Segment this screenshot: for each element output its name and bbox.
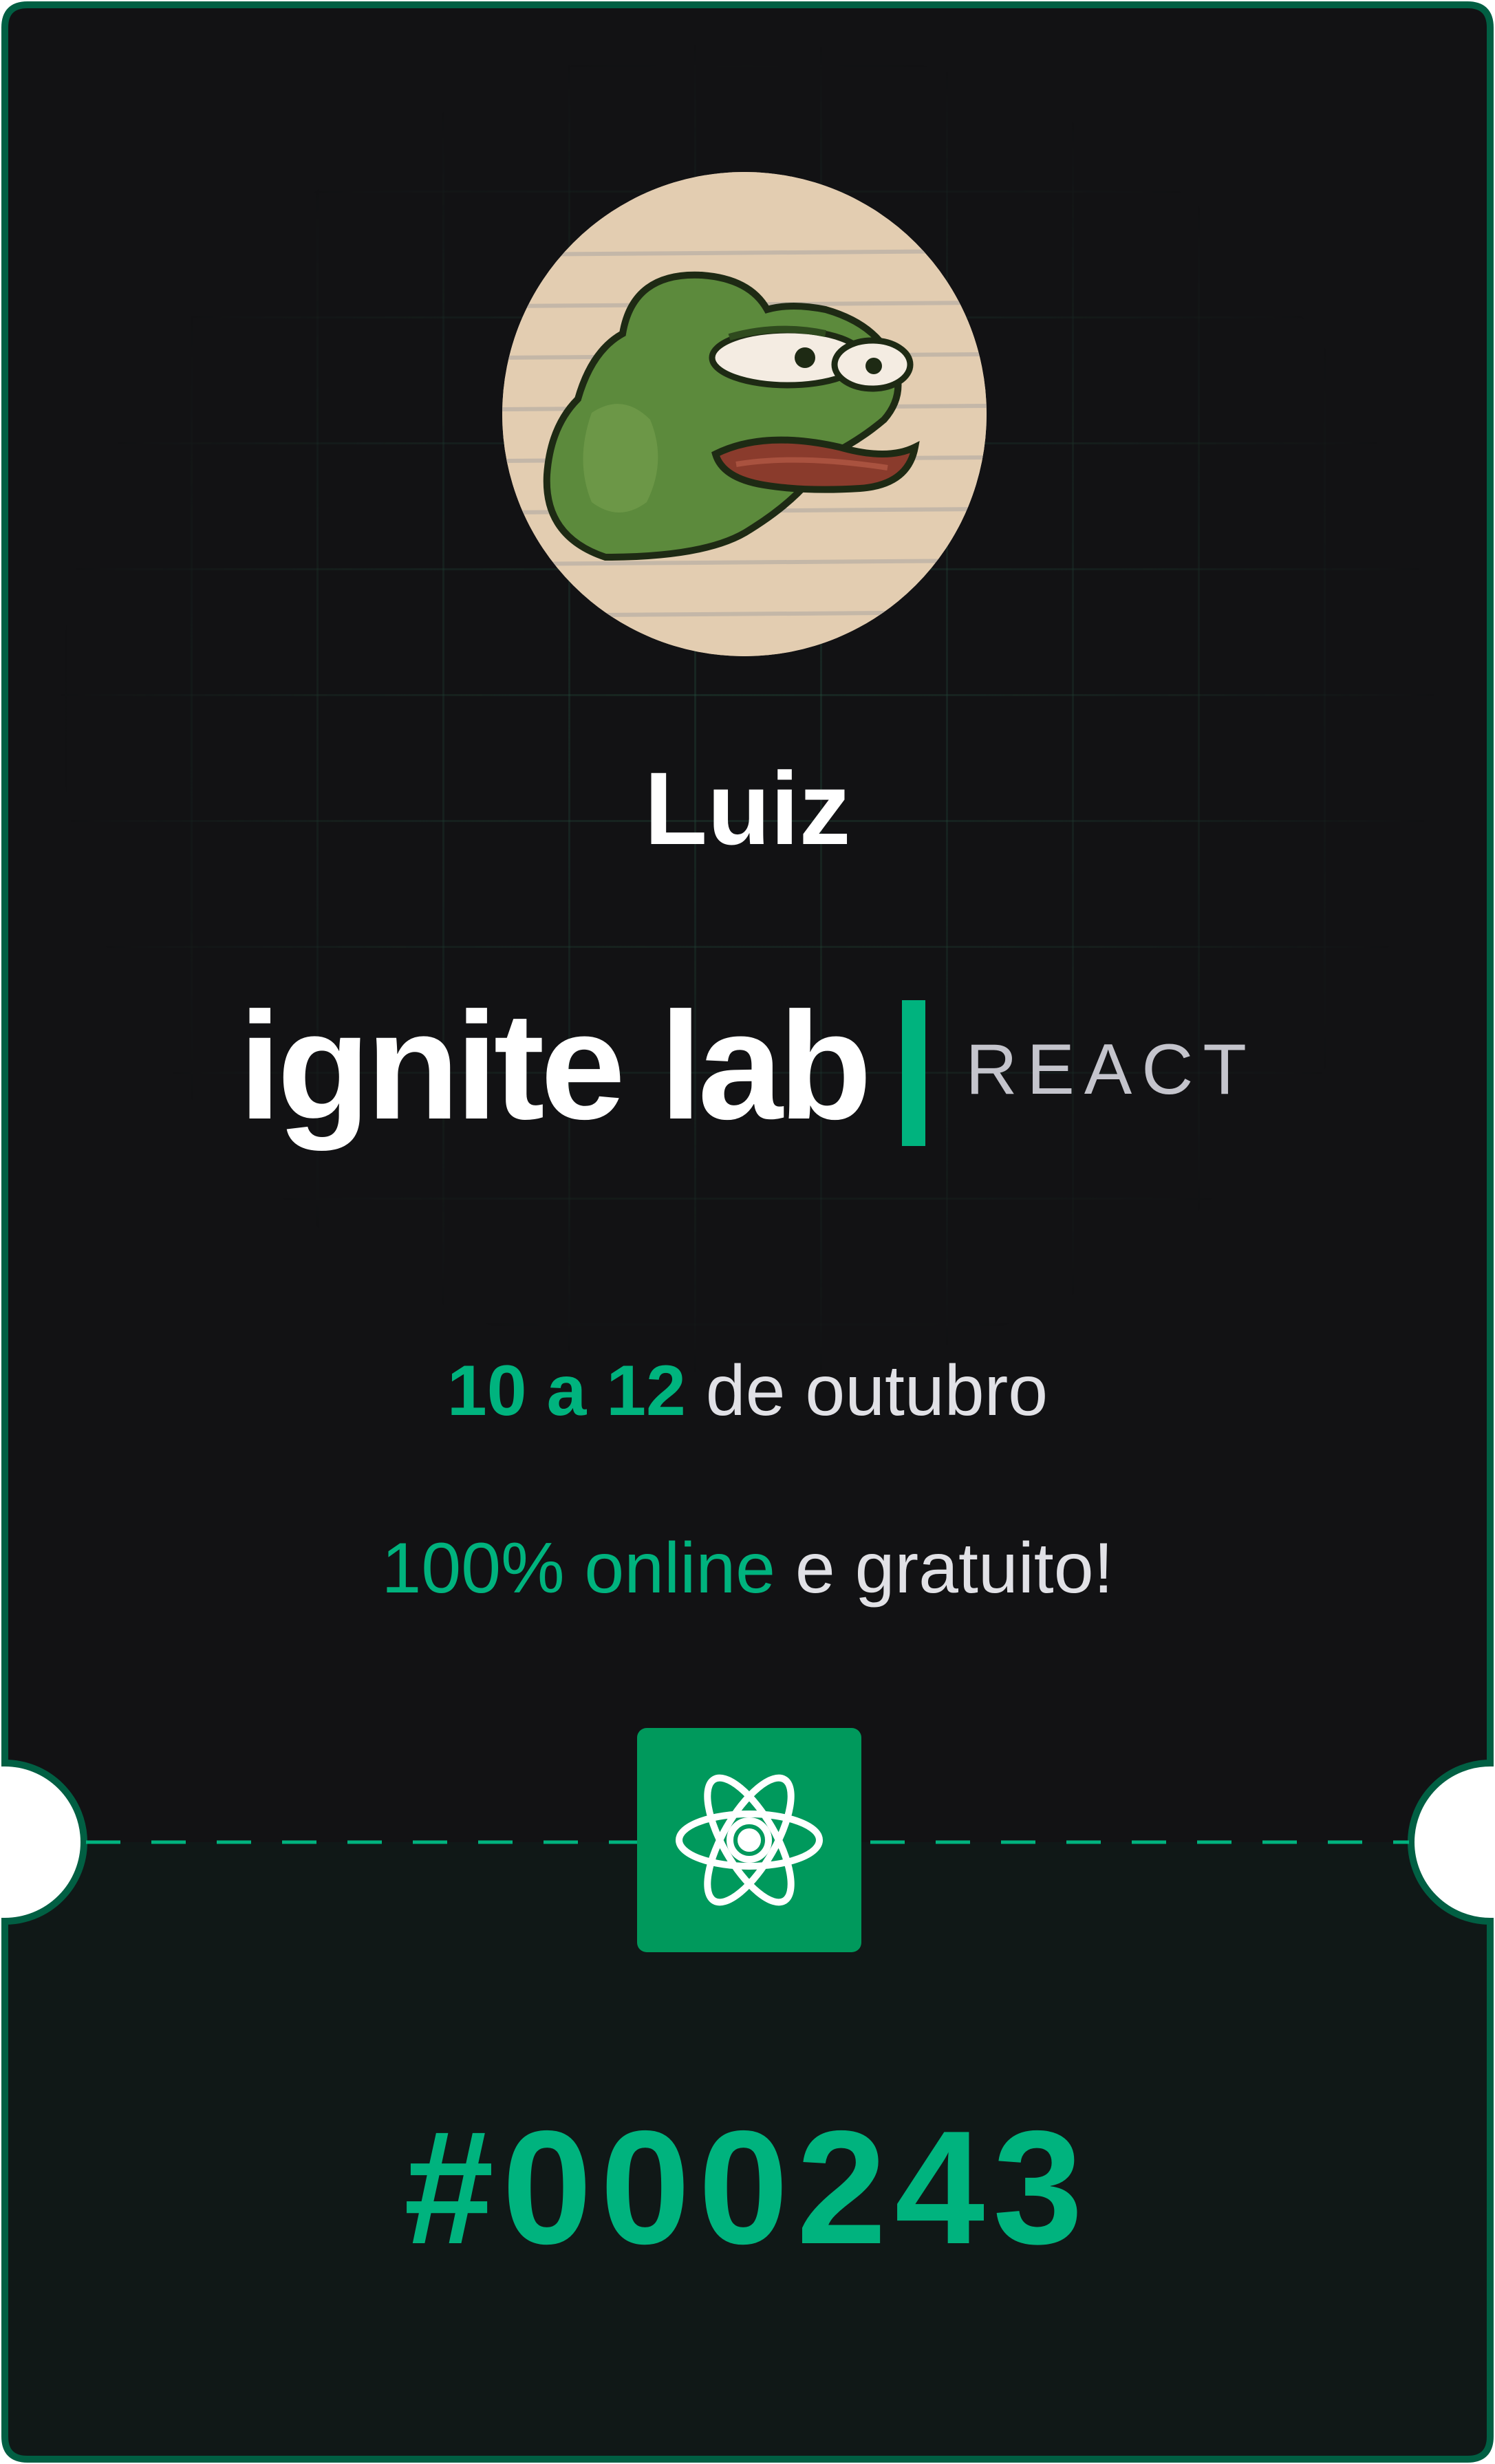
event-date-suffix: de outubro (685, 1351, 1048, 1431)
brand-name: ignite lab (239, 981, 872, 1152)
avatar (502, 172, 987, 656)
brand-divider (902, 1000, 926, 1146)
event-access-suffix: e gratuito! (775, 1528, 1114, 1608)
brand-track: REACT (965, 1029, 1256, 1110)
brand-lockup: ignite lab REACT (0, 984, 1495, 1156)
event-access-highlight: 100% online (381, 1528, 776, 1608)
event-date-range: 10 a 12 (447, 1351, 686, 1431)
ticket-number: #000243 (404, 2097, 1091, 2278)
event-dates: 10 a 12 de outubro (0, 1346, 1495, 1436)
frog-avatar-icon (502, 172, 987, 656)
user-name: Luiz (644, 750, 851, 866)
ticket-card: Luiz ignite lab REACT 10 a 12 de outubro… (0, 0, 1495, 2464)
react-atom-icon (676, 1774, 823, 1906)
react-badge (637, 1728, 861, 1952)
event-access: 100% online e gratuito! (0, 1524, 1495, 1613)
